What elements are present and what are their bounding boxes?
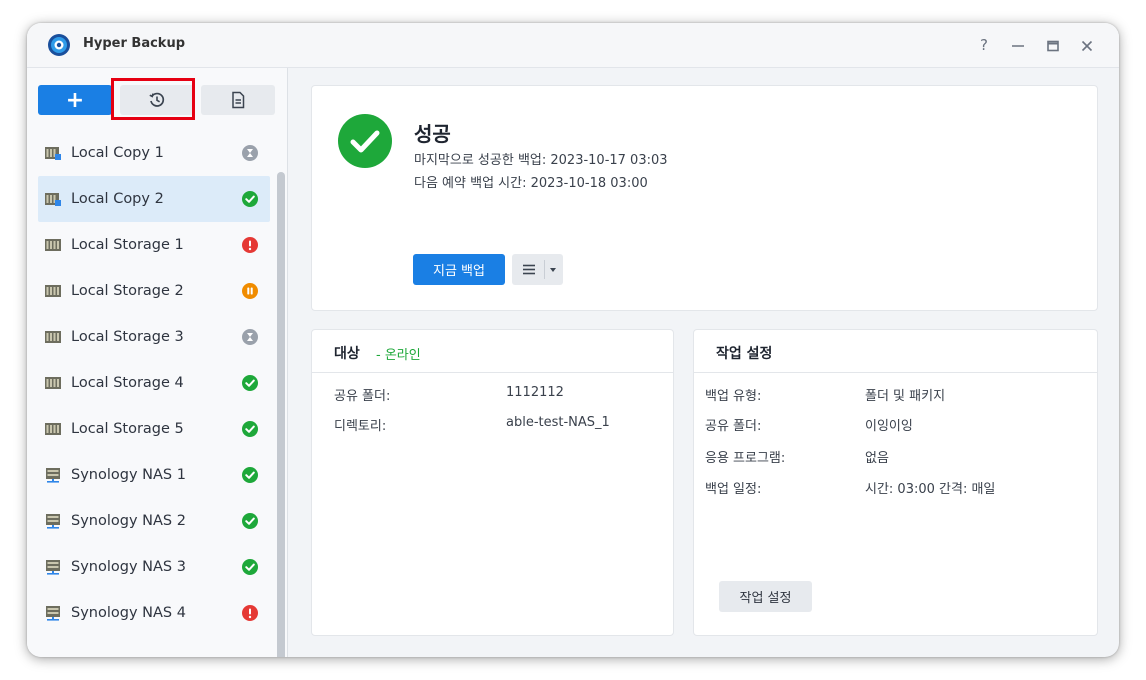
hyper-backup-logo-icon bbox=[48, 34, 70, 56]
task-name: Local Storage 1 bbox=[71, 237, 184, 253]
task-name: Local Storage 5 bbox=[71, 421, 184, 437]
log-button[interactable] bbox=[201, 85, 275, 115]
task-item[interactable]: Local Copy 2 bbox=[38, 176, 270, 222]
hyper-backup-window: Hyper Backup ? + Local Copy 1 Local Copy… bbox=[27, 23, 1119, 657]
task-item[interactable]: Local Storage 4 bbox=[38, 360, 270, 406]
applications-label: 응용 프로그램: bbox=[705, 451, 786, 466]
local-storage-icon bbox=[38, 375, 71, 391]
more-actions-button[interactable] bbox=[512, 254, 563, 285]
local-storage-icon bbox=[38, 329, 71, 345]
task-item[interactable]: Local Storage 5 bbox=[38, 406, 270, 452]
task-item[interactable]: Local Storage 3 bbox=[38, 314, 270, 360]
shared-folder-label: 공유 폴더: bbox=[705, 419, 762, 434]
task-item[interactable]: Synology NAS 4 bbox=[38, 590, 270, 636]
task-settings-header: 작업 설정 bbox=[694, 330, 1097, 373]
backup-type-label: 백업 유형: bbox=[705, 389, 762, 404]
status-title: 성공 bbox=[414, 122, 451, 146]
task-name: Local Storage 3 bbox=[71, 329, 184, 345]
backup-type-value: 폴더 및 패키지 bbox=[865, 389, 946, 404]
target-panel: 대상 - 온라인 공유 폴더: 1112112 디렉토리: able-test-… bbox=[311, 329, 674, 636]
task-settings-panel: 작업 설정 백업 유형: 폴더 및 패키지 공유 폴더: 이잉이잉 응용 프로그… bbox=[693, 329, 1098, 636]
task-settings-title: 작업 설정 bbox=[716, 346, 773, 362]
task-item[interactable]: Synology NAS 3 bbox=[38, 544, 270, 590]
local-copy-icon bbox=[38, 145, 71, 161]
target-shared-folder-value: 1112112 bbox=[506, 385, 564, 400]
task-name: Synology NAS 3 bbox=[71, 559, 186, 575]
local-storage-icon bbox=[38, 237, 71, 253]
status-panel: 성공 마지막으로 성공한 백업: 2023-10-17 03:03 다음 예약 … bbox=[311, 85, 1098, 311]
menu-separator bbox=[544, 260, 545, 279]
highlight-box bbox=[111, 78, 195, 120]
target-shared-folder-label: 공유 폴더: bbox=[334, 389, 391, 404]
document-icon bbox=[232, 91, 245, 109]
nas-icon bbox=[38, 559, 71, 575]
target-title: 대상 bbox=[334, 346, 360, 362]
target-online-status: - 온라인 bbox=[376, 348, 421, 363]
task-item[interactable]: Local Storage 2 bbox=[38, 268, 270, 314]
chevron-down-icon bbox=[550, 268, 556, 272]
task-name: Local Copy 1 bbox=[71, 145, 164, 161]
backup-now-button[interactable]: 지금 백업 bbox=[413, 254, 505, 285]
last-success-time: 마지막으로 성공한 백업: 2023-10-17 03:03 bbox=[414, 153, 668, 168]
nas-icon bbox=[38, 467, 71, 483]
task-settings-button[interactable]: 작업 설정 bbox=[719, 581, 812, 612]
task-name: Local Copy 2 bbox=[71, 191, 164, 207]
next-scheduled-time: 다음 예약 백업 시간: 2023-10-18 03:00 bbox=[414, 176, 648, 191]
sidebar: + Local Copy 1 Local Copy 2 Local Storage … bbox=[27, 68, 288, 657]
local-storage-icon bbox=[38, 283, 71, 299]
app-title: Hyper Backup bbox=[83, 36, 186, 51]
maximize-icon[interactable] bbox=[1040, 33, 1066, 57]
backup-schedule-label: 백업 일정: bbox=[705, 482, 762, 497]
menu-icon bbox=[523, 264, 535, 275]
applications-value: 없음 bbox=[865, 451, 889, 466]
backup-schedule-value: 시간: 03:00 간격: 매일 bbox=[865, 482, 996, 497]
add-task-button[interactable]: + bbox=[38, 85, 112, 115]
help-button[interactable]: ? bbox=[971, 33, 997, 57]
local-copy-icon bbox=[38, 191, 71, 207]
close-icon[interactable] bbox=[1074, 33, 1100, 57]
sidebar-scrollbar[interactable] bbox=[277, 172, 285, 657]
local-storage-icon bbox=[38, 421, 71, 437]
task-item[interactable]: Synology NAS 2 bbox=[38, 498, 270, 544]
nas-icon bbox=[38, 513, 71, 529]
target-directory-label: 디렉토리: bbox=[334, 419, 387, 434]
task-item[interactable]: Local Storage 1 bbox=[38, 222, 270, 268]
shared-folder-value: 이잉이잉 bbox=[865, 419, 913, 434]
task-item[interactable]: Local Copy 1 bbox=[38, 130, 270, 176]
task-name: Local Storage 4 bbox=[71, 375, 184, 391]
task-name: Local Storage 2 bbox=[71, 283, 184, 299]
nas-icon bbox=[38, 605, 71, 621]
success-check-icon bbox=[338, 114, 392, 168]
task-name: Synology NAS 2 bbox=[71, 513, 186, 529]
task-item[interactable]: Synology NAS 1 bbox=[38, 452, 270, 498]
title-bar: Hyper Backup ? bbox=[27, 23, 1119, 68]
task-list: Local Copy 1 Local Copy 2 Local Storage 1 L… bbox=[27, 130, 277, 636]
task-name: Synology NAS 1 bbox=[71, 467, 186, 483]
task-name: Synology NAS 4 bbox=[71, 605, 186, 621]
target-directory-value: able-test-NAS_1 bbox=[506, 415, 610, 430]
target-panel-header: 대상 - 온라인 bbox=[312, 330, 673, 373]
minimize-icon[interactable] bbox=[1005, 33, 1031, 57]
